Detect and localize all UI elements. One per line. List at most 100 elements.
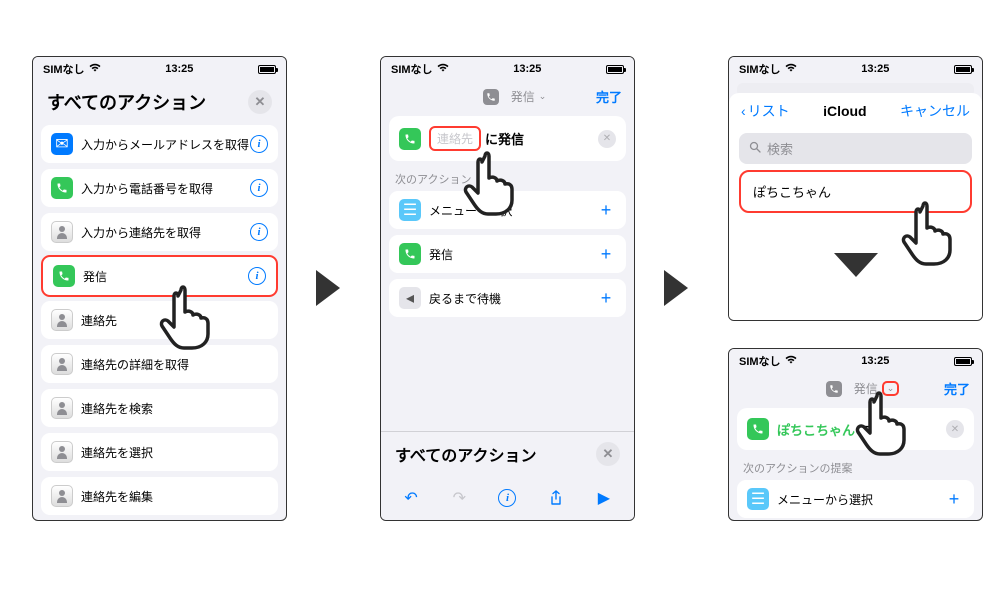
suggestion-item[interactable]: ☰メニュー 択+	[389, 191, 626, 229]
modal-title: iCloud	[823, 103, 867, 119]
suggestion-item[interactable]: 発信+	[389, 235, 626, 273]
suggestion-item[interactable]: ◂戻るまで待機+	[389, 279, 626, 317]
shortcut-icon	[483, 89, 499, 105]
suggestion-item[interactable]: ☰メニューから選択+	[737, 480, 974, 518]
contact-token[interactable]: ぽちこちゃん	[777, 423, 855, 438]
contact-icon	[51, 441, 73, 463]
phone-screen-1: SIMなし 13:25 すべてのアクション ✕ ✉入力からメールアドレスを取得i…	[32, 56, 287, 521]
modal-nav: ‹リスト iCloud キャンセル	[729, 93, 982, 129]
arrow-icon	[316, 270, 340, 306]
close-button[interactable]: ✕	[248, 90, 272, 114]
page-title: すべてのアクション	[47, 89, 206, 115]
menu-icon: ☰	[399, 199, 421, 221]
cancel-button[interactable]: キャンセル	[900, 101, 970, 121]
add-button[interactable]: +	[596, 244, 616, 265]
done-button[interactable]: 完了	[596, 87, 622, 106]
wifi-icon	[89, 63, 101, 75]
chevron-down-icon	[834, 253, 878, 277]
battery-icon	[954, 65, 972, 74]
phone-screen-2: SIMなし 13:25 発信 ⌄ 完了 連絡先 に発信 ✕ 次のアクション ☰メ…	[380, 56, 635, 521]
clock: 13:25	[165, 63, 193, 75]
done-button[interactable]: 完了	[944, 379, 970, 398]
share-button[interactable]	[540, 484, 572, 512]
info-button[interactable]: i	[491, 484, 523, 512]
card-suffix: に発信	[859, 423, 898, 438]
toolbar: ↶ ↷ i ▶	[381, 476, 634, 520]
wifi-icon	[785, 355, 797, 367]
add-button[interactable]: +	[944, 489, 964, 510]
shortcut-icon	[826, 381, 842, 397]
section-label: 次のアクションの提案	[729, 454, 982, 480]
phone-icon	[51, 177, 73, 199]
carrier-text: SIMなし	[739, 353, 781, 369]
chevron-down-icon[interactable]: ⌄	[882, 381, 900, 396]
list-item-call[interactable]: 発信i	[41, 255, 278, 297]
list-item[interactable]: 連絡先を編集	[41, 477, 278, 515]
info-icon[interactable]: i	[250, 223, 268, 241]
mail-icon: ✉	[51, 133, 73, 155]
add-button[interactable]: +	[596, 288, 616, 309]
carrier-text: SIMなし	[739, 61, 781, 77]
section-label: 次のアクション	[381, 165, 634, 191]
phone-icon	[747, 418, 769, 440]
phone-icon	[53, 265, 75, 287]
list-item[interactable]: 連絡先を検索	[41, 389, 278, 427]
undo-button[interactable]: ↶	[395, 484, 427, 512]
clear-button[interactable]: ✕	[598, 130, 616, 148]
play-button[interactable]: ▶	[588, 484, 620, 512]
back-button[interactable]: ‹リスト	[741, 101, 790, 121]
list-item[interactable]: 入力から連絡先を取得i	[41, 213, 278, 251]
arrow-icon	[664, 270, 688, 306]
add-button[interactable]: +	[596, 200, 616, 221]
contact-icon	[51, 485, 73, 507]
action-card[interactable]: ぽちこちゃん に発信 ✕	[737, 408, 974, 450]
contact-row[interactable]: ぽちこちゃん	[739, 170, 972, 213]
list-item[interactable]: 連絡先の詳細を取得	[41, 345, 278, 383]
back-icon: ◂	[399, 287, 421, 309]
nav-bar: 発信 ⌄ 完了	[729, 373, 982, 404]
search-input[interactable]: 検索	[739, 133, 972, 164]
carrier-text: SIMなし	[43, 61, 85, 77]
search-placeholder: 検索	[767, 139, 793, 158]
redo-button[interactable]: ↷	[443, 484, 475, 512]
info-icon[interactable]: i	[250, 179, 268, 197]
info-icon[interactable]: i	[248, 267, 266, 285]
menu-icon: ☰	[747, 488, 769, 510]
bottom-sheet: すべてのアクション ✕ ↶ ↷ i ▶	[381, 431, 634, 520]
battery-icon	[954, 357, 972, 366]
title-pill[interactable]: 発信 ⌄	[826, 380, 900, 397]
chevron-down-icon: ⌄	[539, 91, 547, 102]
close-button[interactable]: ✕	[596, 442, 620, 466]
title-text: 発信	[854, 380, 878, 397]
battery-icon	[606, 65, 624, 74]
info-icon[interactable]: i	[250, 135, 268, 153]
title-text: 発信	[511, 88, 535, 105]
phone-icon	[399, 128, 421, 150]
sheet-title: すべてのアクション	[395, 442, 536, 466]
phone-screen-3-bottom: SIMなし 13:25 発信 ⌄ 完了 ぽちこちゃん に発信 ✕ 次のアクション…	[728, 348, 983, 521]
wifi-icon	[437, 63, 449, 75]
contact-icon	[51, 309, 73, 331]
clear-button[interactable]: ✕	[946, 420, 964, 438]
status-bar: SIMなし 13:25	[729, 57, 982, 81]
battery-icon	[258, 65, 276, 74]
carrier-text: SIMなし	[391, 61, 433, 77]
card-suffix: に発信	[485, 129, 524, 148]
clock: 13:25	[513, 63, 541, 75]
wifi-icon	[785, 63, 797, 75]
search-icon	[749, 141, 761, 156]
list-item[interactable]: 入力から電話番号を取得i	[41, 169, 278, 207]
phone-icon	[399, 243, 421, 265]
list-item[interactable]: 連絡先を選択	[41, 433, 278, 471]
contact-icon	[51, 397, 73, 419]
chevron-left-icon: ‹	[741, 103, 746, 119]
list-item[interactable]: ✉入力からメールアドレスを取得i	[41, 125, 278, 163]
status-bar: SIMなし 13:25	[33, 57, 286, 81]
phone-screen-3-top: SIMなし 13:25 ‹リスト iCloud キャンセル 検索 ぽちこちゃん	[728, 56, 983, 321]
list-item[interactable]: 連絡先	[41, 301, 278, 339]
title-pill[interactable]: 発信 ⌄	[483, 88, 547, 105]
clock: 13:25	[861, 63, 889, 75]
contact-placeholder[interactable]: 連絡先	[429, 126, 481, 151]
status-bar: SIMなし 13:25	[381, 57, 634, 81]
action-card[interactable]: 連絡先 に発信 ✕	[389, 116, 626, 161]
